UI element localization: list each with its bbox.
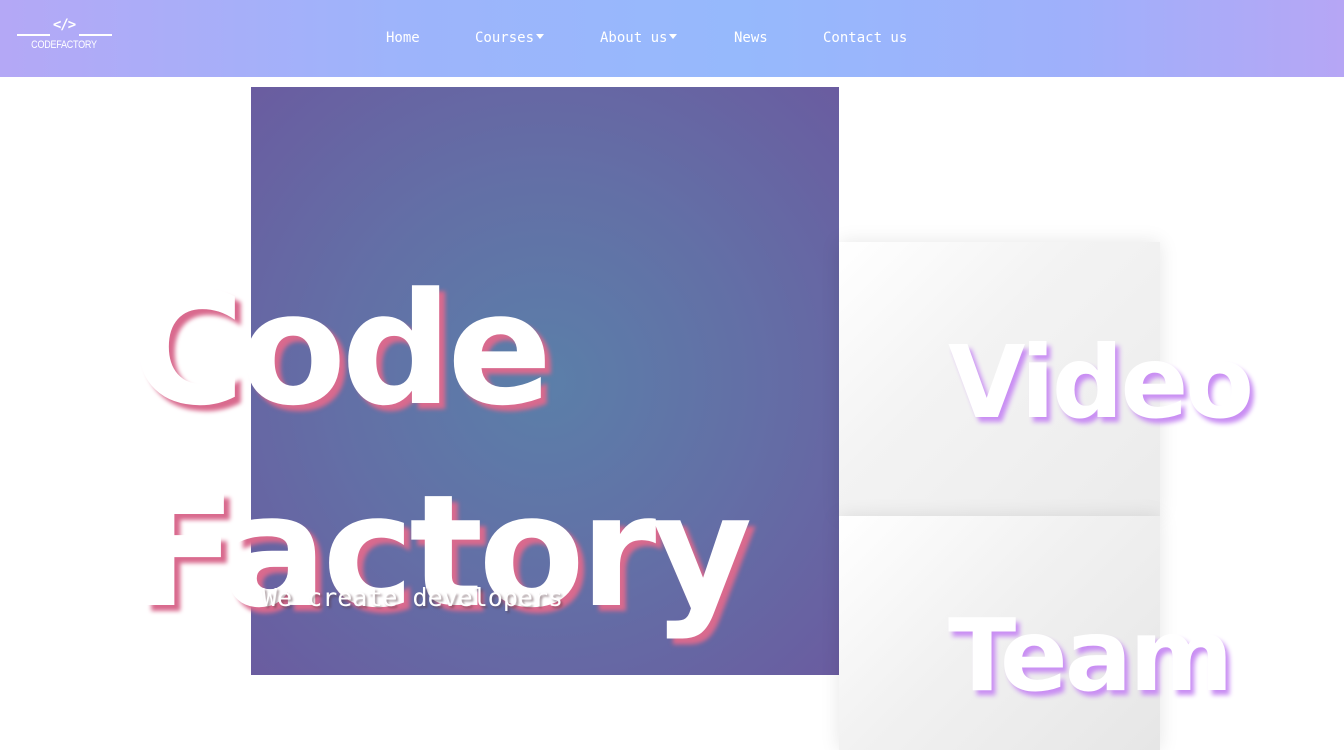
nav-link-home[interactable]: Home bbox=[386, 29, 420, 47]
nav-link-contact-label: Contact us bbox=[823, 30, 908, 46]
nav-dropdown-about-us[interactable]: About us bbox=[600, 29, 678, 47]
nav-link-contact-us[interactable]: Contact us bbox=[823, 29, 907, 47]
hero-tagline: We create developers bbox=[262, 583, 564, 612]
video-card-label[interactable]: Video bbox=[948, 333, 1254, 433]
nav-dropdown-about-label: About us bbox=[600, 30, 668, 46]
caret-down-icon bbox=[536, 34, 545, 39]
nav-link-news[interactable]: News bbox=[734, 29, 768, 47]
nav-dropdown-courses-label: Courses bbox=[475, 30, 535, 46]
nav-link-news-label: News bbox=[734, 30, 768, 46]
nav-link-home-label: Home bbox=[386, 30, 420, 46]
nav-links: Home Courses About us News Contact us bbox=[0, 29, 1344, 49]
team-card-label[interactable]: Team bbox=[948, 606, 1233, 706]
hero-title-code: Code bbox=[131, 258, 552, 440]
caret-down-icon bbox=[669, 34, 678, 39]
nav-dropdown-courses[interactable]: Courses bbox=[475, 29, 545, 47]
top-navbar: </> CODEFACTORY Home Courses About us Ne… bbox=[0, 0, 1344, 77]
